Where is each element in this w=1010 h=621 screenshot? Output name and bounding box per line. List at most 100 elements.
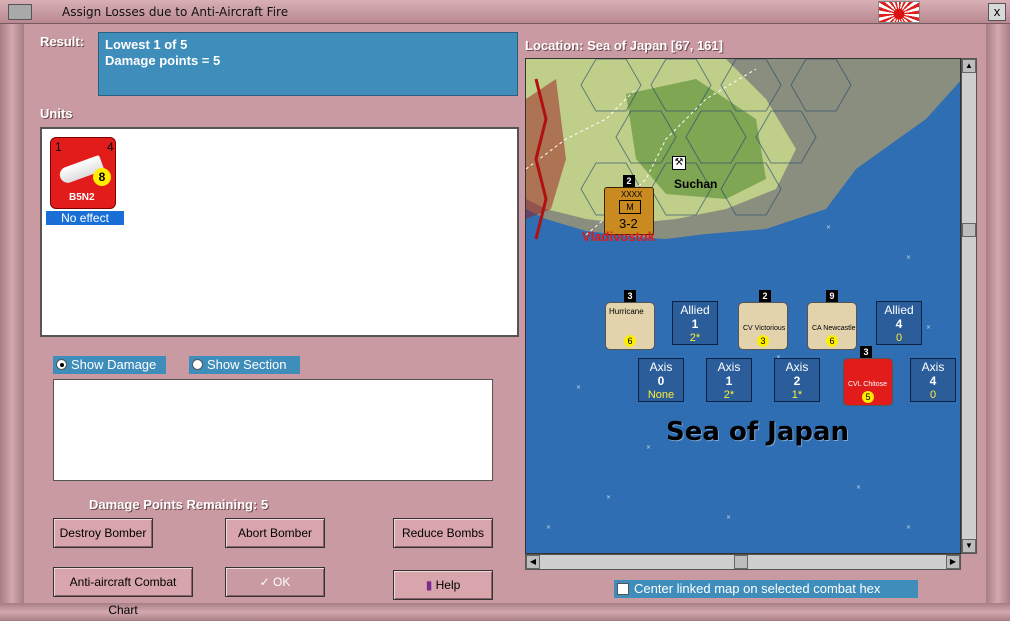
- chip-value: 6: [624, 335, 636, 347]
- counter-value: 1: [725, 374, 733, 388]
- mine-icon: ⚒: [672, 156, 686, 170]
- axis-counter-1[interactable]: Axis 0 None: [638, 358, 684, 402]
- counter-value: 1: [691, 317, 699, 331]
- svg-text:×: ×: [906, 254, 911, 261]
- svg-text:×: ×: [726, 514, 731, 521]
- city-suchan[interactable]: Suchan: [674, 177, 717, 191]
- counter-value: 4: [929, 374, 937, 388]
- scroll-down-icon[interactable]: ▼: [962, 539, 976, 553]
- svg-text:×: ×: [826, 224, 831, 231]
- unit-badge: 8: [93, 168, 111, 186]
- result-line-1: Lowest 1 of 5: [105, 37, 188, 52]
- chip-name: Hurricane: [609, 307, 644, 316]
- center-linked-map-checkbox[interactable]: Center linked map on selected combat hex: [614, 580, 918, 598]
- unit-top-right: 4: [107, 140, 114, 154]
- svg-text:×: ×: [646, 444, 651, 451]
- aa-combat-chart-button[interactable]: Anti-aircraft Combat Chart: [53, 567, 193, 617]
- counter-side: Allied: [884, 303, 914, 317]
- axis-counter-4[interactable]: Axis 4 0: [910, 358, 956, 402]
- ok-label: OK: [273, 575, 291, 589]
- svg-text:×: ×: [906, 524, 911, 531]
- scroll-left-icon[interactable]: ◀: [526, 555, 540, 569]
- units-list[interactable]: 1 4 8 B5N2 No effect: [40, 127, 519, 337]
- chip-name: CV Victorious: [743, 325, 786, 332]
- allied-counter-1[interactable]: Allied 1 2*: [672, 301, 718, 345]
- chip-stack-count: 2: [759, 290, 771, 302]
- map-view[interactable]: ××× ××× ××× ××× ⚒ Suchan 2 XXXX M 3-2 Vl…: [525, 58, 961, 554]
- window-title: Assign Losses due to Anti-Aircraft Fire: [62, 5, 289, 19]
- army-symbol-icon: M: [619, 200, 641, 214]
- unit-status: No effect: [46, 211, 124, 225]
- map-horizontal-scrollbar[interactable]: ◀ ▶: [525, 554, 961, 570]
- damage-remaining-value: 5: [260, 497, 269, 512]
- flag-icon: [878, 1, 920, 23]
- counter-sub: 2*: [723, 389, 735, 401]
- city-vladivostok[interactable]: Vladivostok: [582, 229, 655, 244]
- axis-counter-3[interactable]: Axis 2 1*: [774, 358, 820, 402]
- chip-value: 5: [862, 391, 874, 403]
- ship-chip-ca-newcastle[interactable]: CA Newcastle 6: [807, 302, 857, 350]
- book-icon: ▮: [425, 578, 436, 592]
- army-unit-counter[interactable]: XXXX M 3-2: [604, 187, 654, 235]
- army-stack-count: 2: [623, 175, 635, 187]
- army-size: XXXX: [621, 190, 643, 199]
- scroll-thumb-vertical[interactable]: [962, 223, 976, 237]
- radio-on-icon: [56, 359, 67, 370]
- counter-value: 0: [657, 374, 665, 388]
- show-section-label: Show Section: [207, 357, 287, 372]
- bomber-counter[interactable]: 1 4 8 B5N2: [50, 137, 116, 209]
- reduce-bombs-button[interactable]: Reduce Bombs: [393, 518, 493, 548]
- chip-stack-count: 3: [860, 346, 872, 358]
- chip-stack-count: 9: [826, 290, 838, 302]
- counter-sub: 0: [895, 332, 903, 344]
- checkbox-icon[interactable]: [617, 583, 629, 595]
- center-linked-map-label: Center linked map on selected combat hex: [634, 581, 881, 596]
- scroll-up-icon[interactable]: ▲: [962, 59, 976, 73]
- svg-text:×: ×: [926, 324, 931, 331]
- counter-side: Axis: [785, 360, 809, 374]
- counter-side: Axis: [649, 360, 673, 374]
- destroy-bomber-button[interactable]: Destroy Bomber: [53, 518, 153, 548]
- frame-bottom: [0, 603, 1010, 621]
- svg-text:×: ×: [546, 524, 551, 531]
- unit-tile[interactable]: 1 4 8 B5N2 No effect: [44, 131, 124, 225]
- map-vertical-scrollbar[interactable]: ▲ ▼: [961, 58, 977, 554]
- show-section-radio[interactable]: Show Section: [189, 356, 300, 374]
- ok-button[interactable]: ✓ OK: [225, 567, 325, 597]
- result-line-2: Damage points = 5: [105, 53, 221, 68]
- allied-counter-2[interactable]: Allied 4 0: [876, 301, 922, 345]
- svg-text:×: ×: [606, 494, 611, 501]
- frame-left: [0, 24, 24, 621]
- unit-top-left: 1: [55, 140, 62, 154]
- title-bar: Assign Losses due to Anti-Aircraft Fire …: [0, 0, 1010, 24]
- show-damage-label: Show Damage: [71, 357, 157, 372]
- location-label: Location:: [525, 38, 584, 53]
- svg-text:×: ×: [856, 484, 861, 491]
- show-damage-radio[interactable]: Show Damage: [53, 356, 166, 374]
- chip-value: 3: [757, 335, 769, 347]
- chip-name: CVL Chitose: [848, 381, 888, 388]
- counter-value: 4: [895, 317, 903, 331]
- damage-remaining-label: Damage Points Remaining:: [89, 497, 258, 512]
- counter-side: Axis: [717, 360, 741, 374]
- help-button[interactable]: ▮ Help: [393, 570, 493, 600]
- check-icon: ✓: [259, 575, 274, 589]
- scroll-right-icon[interactable]: ▶: [946, 555, 960, 569]
- chip-name: CA Newcastle: [812, 325, 856, 332]
- counter-sub: 0: [929, 389, 937, 401]
- sea-label: Sea of Japan: [666, 417, 850, 447]
- radio-off-icon: [192, 359, 203, 370]
- abort-bomber-button[interactable]: Abort Bomber: [225, 518, 325, 548]
- help-label: Help: [435, 578, 461, 592]
- axis-counter-2[interactable]: Axis 1 2*: [706, 358, 752, 402]
- counter-side: Axis: [921, 360, 945, 374]
- ship-chip-cvl-chitose[interactable]: CVL Chitose 5: [843, 358, 893, 406]
- app-icon[interactable]: [8, 4, 32, 20]
- units-label: Units: [40, 106, 73, 121]
- svg-text:×: ×: [576, 384, 581, 391]
- ship-chip-cv-victorious[interactable]: CV Victorious 3: [738, 302, 788, 350]
- aircraft-chip-hurricane[interactable]: Hurricane 6: [605, 302, 655, 350]
- scroll-thumb-horizontal[interactable]: [734, 555, 748, 569]
- close-button[interactable]: x: [988, 3, 1006, 21]
- result-label: Result:: [40, 34, 85, 49]
